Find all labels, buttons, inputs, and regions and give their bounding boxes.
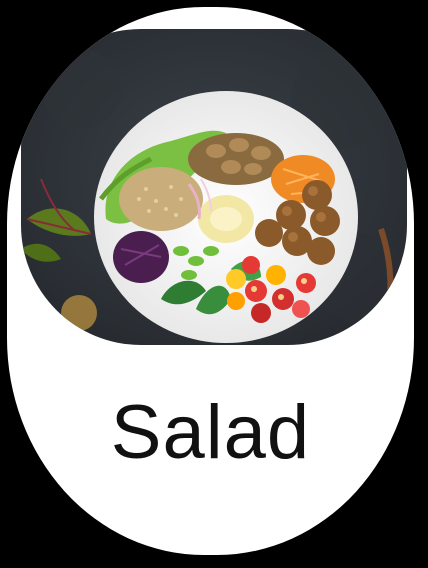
card-title: Salad — [110, 390, 311, 475]
salad-bowl-image — [21, 29, 407, 345]
salad-photo — [21, 29, 407, 345]
salad-category-card[interactable]: Salad — [4, 4, 417, 558]
